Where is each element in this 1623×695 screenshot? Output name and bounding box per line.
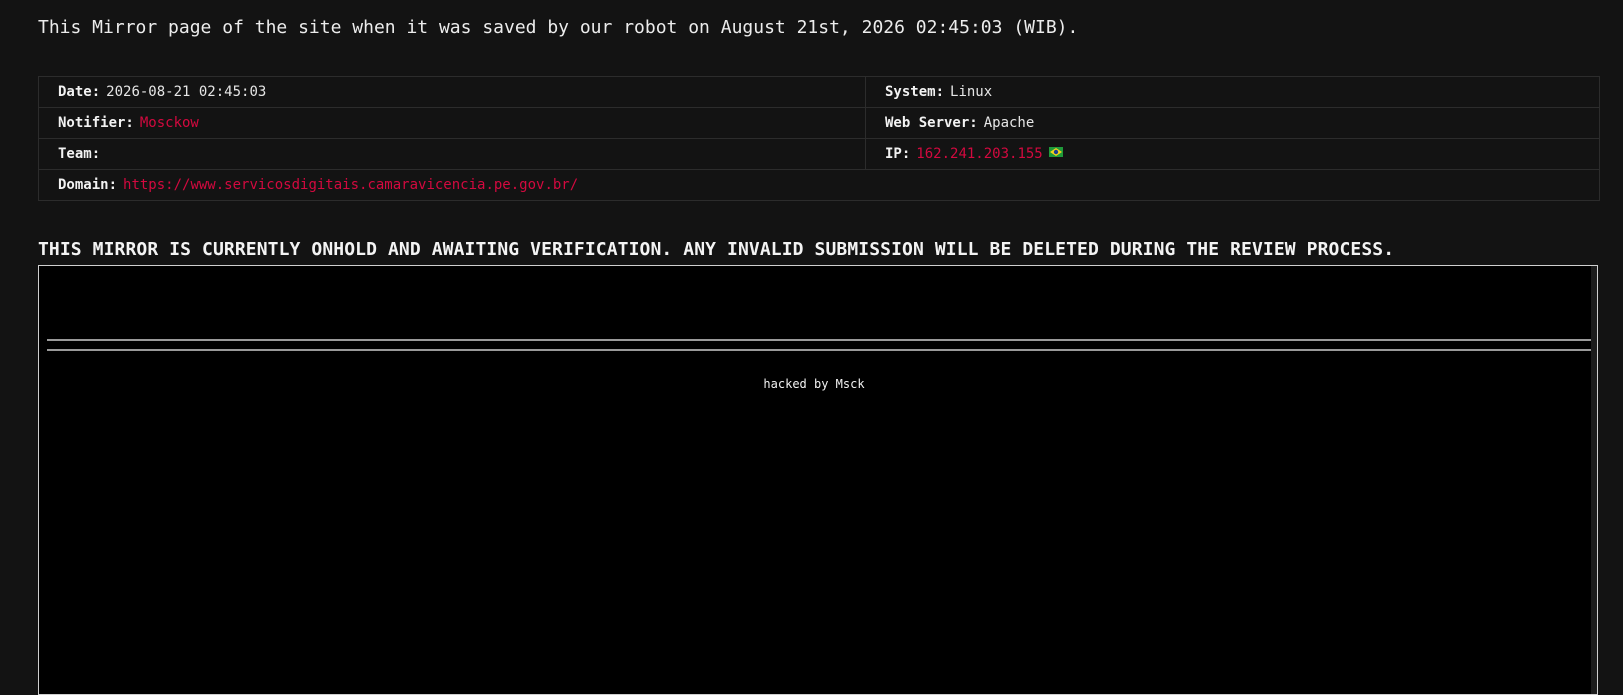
system-cell: System: Linux — [865, 76, 1600, 108]
notifier-cell: Notifier: Mosckow — [38, 107, 866, 139]
domain-link[interactable]: https://www.servicosdigitais.camaravicen… — [123, 177, 578, 193]
domain-cell: Domain: https://www.servicosdigitais.cama… — [38, 169, 1600, 201]
mirror-scrollbar[interactable] — [1591, 266, 1597, 694]
system-label: System: — [885, 84, 945, 100]
table-row: Date: 2026-08-21 02:45:03 System: Linux — [38, 76, 1600, 108]
mirror-divider — [47, 349, 1591, 351]
team-cell: Team: — [38, 138, 866, 170]
table-row: Notifier: Mosckow Web Server: Apache — [38, 107, 1600, 139]
mirror-divider — [47, 339, 1591, 341]
date-label: Date: — [58, 84, 101, 100]
hacked-by-text: hacked by Msck — [763, 377, 865, 391]
brazil-flag-icon — [1048, 145, 1063, 161]
webserver-label: Web Server: — [885, 115, 978, 131]
notifier-link[interactable]: Mosckow — [140, 115, 199, 131]
onhold-notice: THIS MIRROR IS CURRENTLY ONHOLD AND AWAI… — [38, 239, 1395, 260]
mirror-frame[interactable]: hacked by Msck — [38, 265, 1598, 695]
date-value: 2026-08-21 02:45:03 — [106, 84, 267, 100]
domain-label: Domain: — [58, 177, 118, 193]
notifier-label: Notifier: — [58, 115, 134, 131]
mirror-info-table: Date: 2026-08-21 02:45:03 System: Linux No… — [38, 76, 1600, 201]
mirror-intro-text: This Mirror page of the site when it was… — [38, 17, 1079, 38]
team-label: Team: — [58, 146, 101, 162]
table-row: Domain: https://www.servicosdigitais.cama… — [38, 169, 1600, 201]
webserver-cell: Web Server: Apache — [865, 107, 1600, 139]
webserver-value: Apache — [983, 115, 1035, 131]
system-value: Linux — [950, 84, 993, 100]
table-row: Team: IP: 162.241.203.155 — [38, 138, 1600, 170]
ip-label: IP: — [885, 146, 911, 162]
date-cell: Date: 2026-08-21 02:45:03 — [38, 76, 866, 108]
ip-cell: IP: 162.241.203.155 — [865, 138, 1600, 170]
ip-link[interactable]: 162.241.203.155 — [916, 146, 1042, 162]
